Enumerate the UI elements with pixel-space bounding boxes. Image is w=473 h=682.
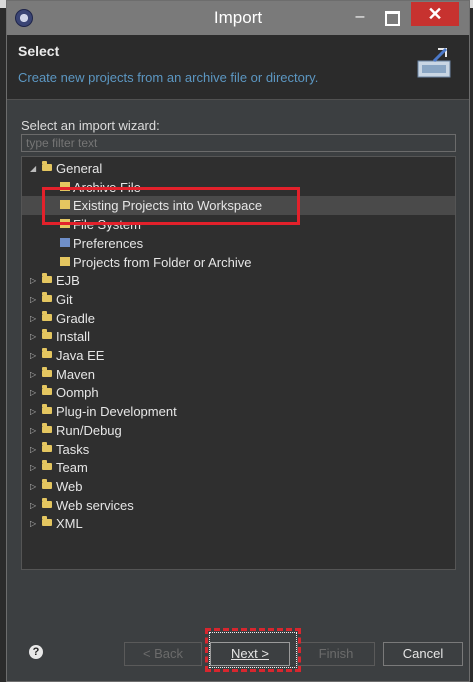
wizard-label: Select an import wizard: bbox=[21, 118, 160, 133]
tree-category[interactable]: ▷ Install bbox=[22, 327, 455, 346]
next-highlight-annotation bbox=[205, 628, 301, 672]
tree-category[interactable]: ▷ Web services bbox=[22, 496, 455, 515]
tree-category[interactable]: ▷ Maven bbox=[22, 365, 455, 384]
tree-item-label: General bbox=[56, 161, 103, 176]
tree-category[interactable]: ▷ Team bbox=[22, 458, 455, 477]
tree-category[interactable]: ▷ Tasks bbox=[22, 440, 455, 459]
tree-category[interactable]: ◢ General bbox=[22, 159, 455, 178]
import-wizard-icon bbox=[417, 47, 451, 78]
expand-icon[interactable]: ▷ bbox=[30, 421, 40, 440]
help-icon[interactable]: ? bbox=[29, 645, 43, 659]
folder-icon bbox=[42, 441, 52, 452]
tree-category[interactable]: ▷ Oomph bbox=[22, 383, 455, 402]
close-button[interactable]: ✕ bbox=[411, 2, 459, 26]
expand-icon[interactable]: ▷ bbox=[30, 402, 40, 421]
wizard-item-icon bbox=[60, 256, 70, 266]
folder-icon bbox=[42, 460, 52, 471]
tree-item-label: Tasks bbox=[56, 441, 90, 457]
filter-input[interactable] bbox=[21, 134, 456, 152]
tree-category[interactable]: ▷ Web bbox=[22, 477, 455, 496]
tree-item-label: Install bbox=[56, 329, 90, 345]
import-dialog: Import – ✕ Select Create new projects fr… bbox=[6, 0, 470, 682]
cancel-button[interactable]: Cancel bbox=[383, 642, 463, 666]
folder-icon bbox=[42, 310, 52, 321]
wizard-header: Select Create new projects from an archi… bbox=[7, 35, 469, 99]
folder-icon bbox=[42, 291, 52, 302]
minimize-button[interactable]: – bbox=[346, 7, 374, 29]
expand-icon[interactable]: ▷ bbox=[30, 440, 40, 459]
tree-item-label: Maven bbox=[56, 366, 96, 382]
maximize-icon bbox=[385, 11, 400, 26]
expand-icon[interactable]: ▷ bbox=[30, 271, 40, 290]
collapse-icon[interactable]: ◢ bbox=[30, 159, 40, 178]
tree-category[interactable]: ▷ Gradle bbox=[22, 309, 455, 328]
expand-icon[interactable]: ▷ bbox=[30, 383, 40, 402]
tree-item-label: XML bbox=[56, 516, 83, 532]
tree-item-label: Projects from Folder or Archive bbox=[73, 254, 252, 270]
tree-category[interactable]: ▷ Plug-in Development bbox=[22, 402, 455, 421]
tree-item-label: Web bbox=[56, 478, 83, 494]
folder-icon bbox=[42, 366, 52, 377]
expand-icon[interactable]: ▷ bbox=[30, 309, 40, 328]
expand-icon[interactable]: ▷ bbox=[30, 514, 40, 533]
title-bar[interactable]: Import – ✕ bbox=[7, 1, 469, 35]
tree-item-label: Run/Debug bbox=[56, 422, 122, 438]
tree-item-label: Git bbox=[56, 291, 73, 307]
tree-item[interactable]: Preferences bbox=[22, 234, 455, 253]
tree-category[interactable]: ▷ Run/Debug bbox=[22, 421, 455, 440]
finish-button[interactable]: Finish bbox=[297, 642, 375, 666]
tree-category[interactable]: ▷ EJB bbox=[22, 271, 455, 290]
back-button[interactable]: < Back bbox=[124, 642, 202, 666]
folder-icon bbox=[42, 422, 52, 433]
folder-icon bbox=[42, 497, 52, 508]
expand-icon[interactable]: ▷ bbox=[30, 346, 40, 365]
folder-icon bbox=[42, 516, 52, 527]
expand-icon[interactable]: ▷ bbox=[30, 365, 40, 384]
expand-icon[interactable]: ▷ bbox=[30, 327, 40, 346]
tree-item-label: Oomph bbox=[56, 385, 99, 401]
tree-item[interactable]: Projects from Folder or Archive bbox=[22, 253, 455, 272]
folder-icon bbox=[42, 385, 52, 396]
tree-category[interactable]: ▷ XML bbox=[22, 514, 455, 533]
expand-icon[interactable]: ▷ bbox=[30, 290, 40, 309]
tree-item-label: EJB bbox=[56, 273, 80, 289]
folder-icon bbox=[42, 348, 52, 358]
tree-category[interactable]: ▷ Git bbox=[22, 290, 455, 309]
tree-item-label: Gradle bbox=[56, 310, 96, 326]
tree-item-label: Team bbox=[56, 460, 88, 476]
expand-icon[interactable]: ▷ bbox=[30, 496, 40, 515]
header-divider bbox=[7, 99, 469, 100]
folder-icon bbox=[42, 478, 52, 489]
tree-item-label: Plug-in Development bbox=[56, 404, 177, 420]
highlight-annotation bbox=[42, 187, 300, 225]
maximize-button[interactable] bbox=[377, 7, 405, 29]
expand-icon[interactable]: ▷ bbox=[30, 477, 40, 496]
expand-icon[interactable]: ▷ bbox=[30, 458, 40, 477]
folder-icon bbox=[42, 273, 52, 284]
folder-icon bbox=[42, 404, 52, 415]
tree-item-label: Web services bbox=[56, 497, 134, 513]
page-description: Create new projects from an archive file… bbox=[18, 70, 319, 85]
tree-item-label: Java EE bbox=[56, 348, 105, 363]
tree-item-label: Preferences bbox=[73, 235, 144, 251]
folder-icon bbox=[42, 161, 52, 171]
folder-icon bbox=[42, 329, 52, 340]
page-title: Select bbox=[18, 43, 60, 59]
tree-category[interactable]: ▷ Java EE bbox=[22, 346, 455, 365]
preferences-icon bbox=[60, 237, 70, 247]
